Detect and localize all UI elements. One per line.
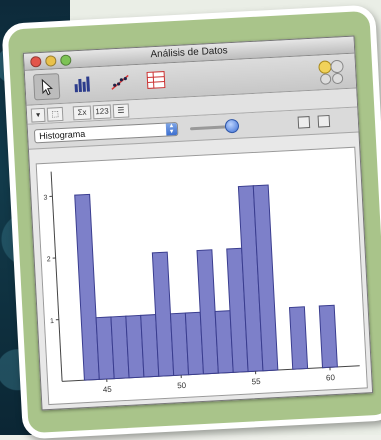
sum-button[interactable]: Σx <box>73 105 92 120</box>
chart-type-select[interactable]: Histograma ▴▾ <box>34 122 179 144</box>
bar-chart-icon <box>69 71 94 96</box>
scatter-tool-button[interactable] <box>107 69 132 94</box>
dashboard-icon[interactable] <box>317 58 348 86</box>
dropdown-toggle[interactable]: ▾ <box>31 108 46 123</box>
x-tick-label: 45 <box>103 385 113 394</box>
scatter-plot-icon <box>107 69 132 94</box>
histogram-bar <box>319 305 337 367</box>
table-icon <box>143 67 168 92</box>
histogram-plot: 1 2 3 45 50 55 60 <box>36 147 368 405</box>
y-axis <box>51 172 62 382</box>
bin-slider-knob[interactable] <box>225 119 240 134</box>
histogram-chart: 1 2 3 45 50 55 60 <box>37 148 367 404</box>
export-icon[interactable] <box>318 115 331 128</box>
options-icon[interactable] <box>298 116 311 129</box>
toolbar-right <box>317 58 349 91</box>
select-arrows-icon: ▴▾ <box>166 123 178 136</box>
y-tick-label: 1 <box>50 318 54 325</box>
list-button[interactable]: ☰ <box>113 103 130 118</box>
table-tool-button[interactable] <box>143 67 168 92</box>
y-tick-label: 3 <box>43 195 47 202</box>
bar-chart-tool-button[interactable] <box>69 71 94 96</box>
histogram-bar <box>290 307 308 369</box>
x-tick-label: 50 <box>177 381 187 390</box>
y-tick-label: 2 <box>47 256 51 263</box>
numbers-button[interactable]: 123 <box>93 104 112 119</box>
histogram-bar <box>75 194 100 380</box>
x-tick-label: 55 <box>251 377 261 386</box>
app-window: Análisis de Datos <box>23 36 373 411</box>
chart-type-value: Histograma <box>39 129 85 141</box>
pointer-tool-button[interactable] <box>33 73 60 100</box>
pointer-icon <box>34 74 59 99</box>
x-tick-label: 60 <box>326 373 336 382</box>
frame-button[interactable]: ⬚ <box>47 107 64 122</box>
